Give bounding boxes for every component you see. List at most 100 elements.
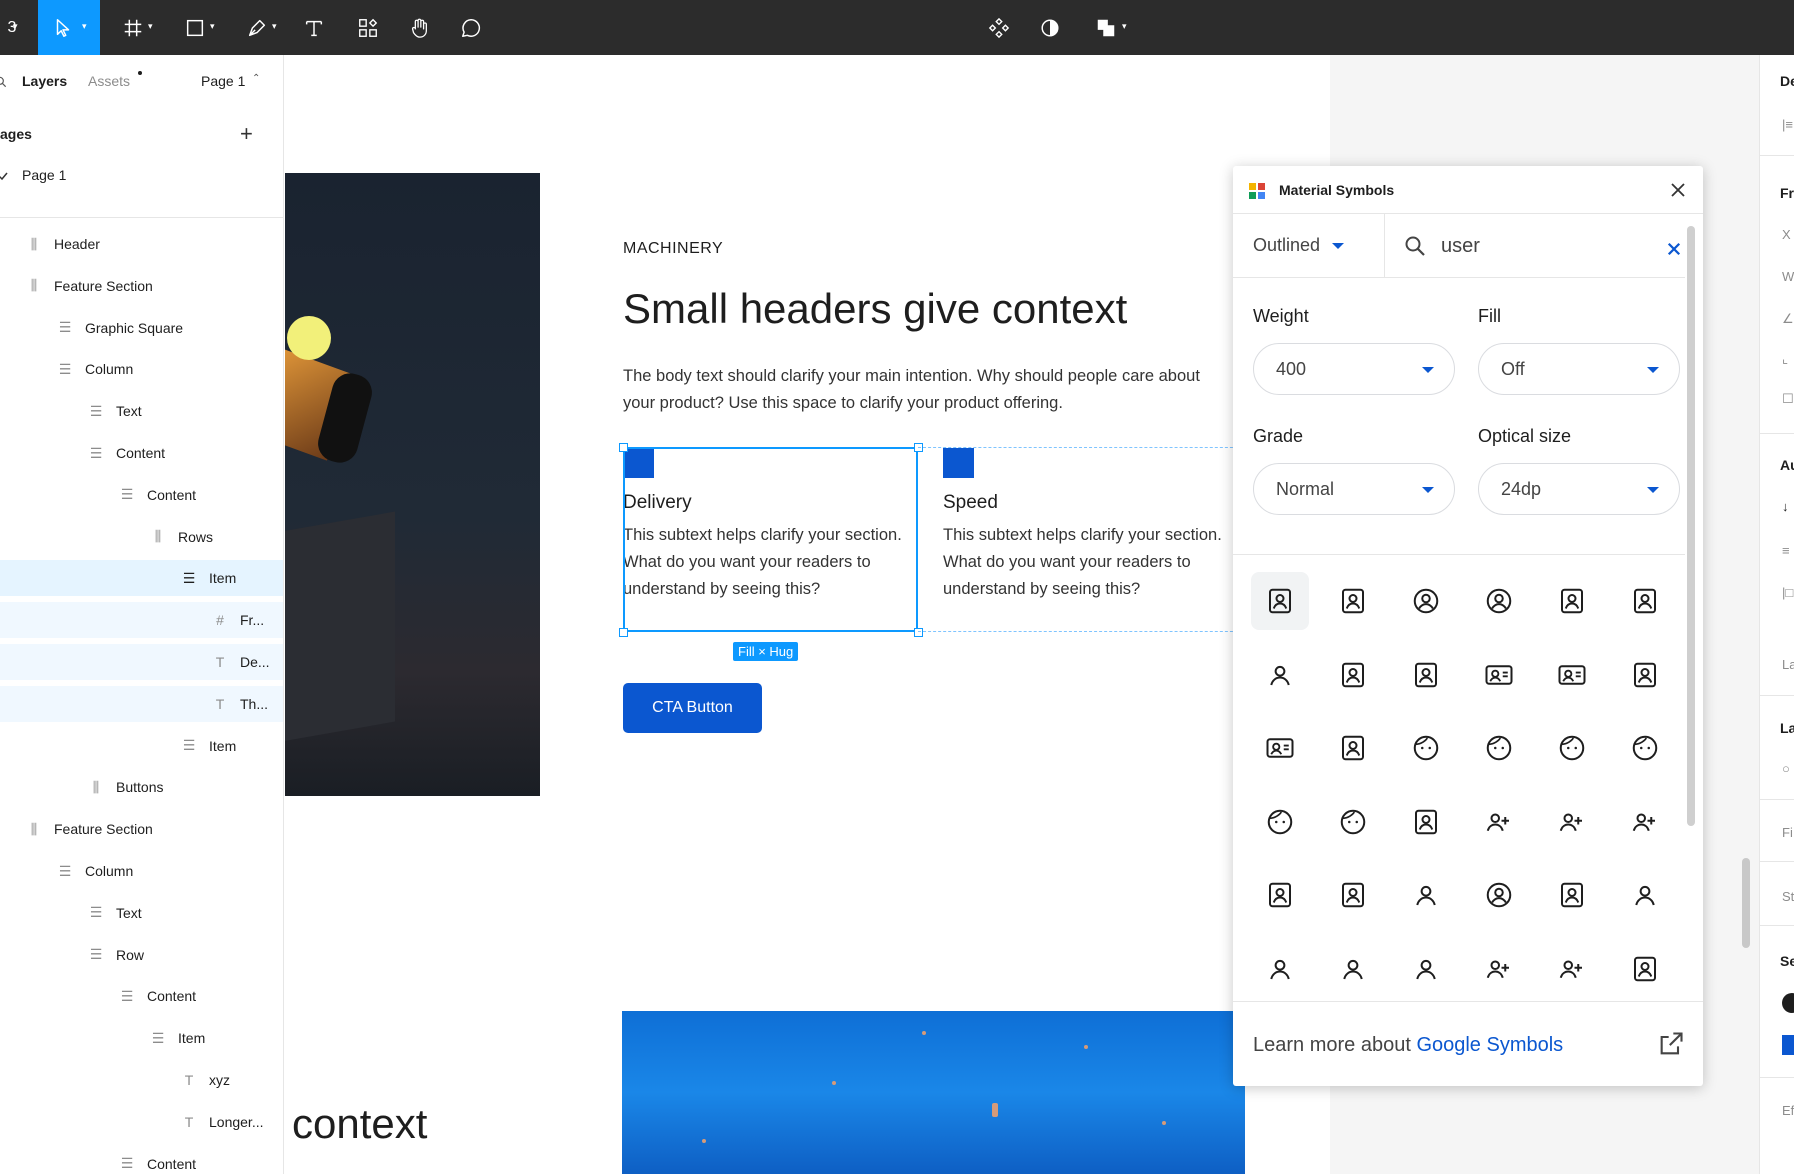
padding-icon[interactable]: |□	[1782, 585, 1793, 600]
frame-tool-button[interactable]: ▾	[116, 0, 160, 55]
contacts-result[interactable]	[1251, 719, 1309, 777]
layer-row[interactable]: ☰ Column	[0, 351, 283, 387]
google-symbols-link[interactable]: Google Symbols	[1416, 1034, 1563, 1056]
layer-row[interactable]: ☰ Content	[0, 477, 283, 513]
manage-accounts-result[interactable]	[1397, 866, 1455, 924]
person-outline-result[interactable]	[1251, 940, 1309, 998]
home-person-result[interactable]	[1251, 866, 1309, 924]
weight-select[interactable]: 400	[1253, 343, 1455, 395]
pen-tool-button[interactable]: ▾	[240, 0, 284, 55]
blue-image[interactable]	[622, 1011, 1245, 1174]
layer-row[interactable]: ☰ Column	[0, 853, 283, 889]
contact-calendar-result[interactable]	[1397, 646, 1455, 704]
shape-tool-button[interactable]: ▾	[178, 0, 222, 55]
person-off-result[interactable]	[1470, 866, 1528, 924]
grade-select[interactable]: Normal	[1253, 463, 1455, 515]
perm-contact-calendar-result[interactable]	[1543, 866, 1601, 924]
layer-row[interactable]: ⫼ Rows	[0, 519, 283, 555]
group-remove-result[interactable]	[1616, 793, 1674, 851]
search-icon[interactable]	[0, 75, 8, 89]
layer-row[interactable]: ☰ Item	[0, 560, 283, 597]
layer-row[interactable]: ⫼ Feature Section	[0, 268, 283, 304]
section-heading-text[interactable]: context	[292, 1100, 427, 1148]
face-5-result[interactable]	[1251, 793, 1309, 851]
direction-down-icon[interactable]: ↓	[1782, 499, 1789, 514]
design-tab[interactable]: De	[1780, 73, 1794, 89]
plugin-scrollbar[interactable]	[1687, 226, 1695, 826]
layer-row[interactable]: ☰ Graphic Square	[0, 310, 283, 346]
layer-row[interactable]: T Th...	[0, 685, 283, 722]
layer-row[interactable]: ⫼ Header	[0, 226, 283, 262]
tab-assets[interactable]: Assets	[88, 73, 130, 89]
layer-row[interactable]: # Fr...	[0, 602, 283, 639]
size-badge[interactable]: Fill × Hug	[733, 642, 799, 661]
contact-page-result[interactable]	[1616, 646, 1674, 704]
headline-text[interactable]: Small headers give context	[623, 285, 1127, 333]
resources-tool-button[interactable]	[354, 0, 382, 55]
no-accounts-result[interactable]	[1470, 572, 1528, 630]
face-6-result[interactable]	[1324, 793, 1382, 851]
person-3-result[interactable]	[1397, 940, 1455, 998]
open-external-icon[interactable]	[1657, 1030, 1685, 1058]
face-result[interactable]	[1397, 719, 1455, 777]
layer-row[interactable]: ☰ Item	[0, 1020, 283, 1056]
canvas-scrollbar[interactable]	[1742, 858, 1750, 948]
components-button[interactable]	[985, 0, 1013, 55]
layer-row[interactable]: ☰ Content	[0, 435, 283, 471]
optical-size-select[interactable]: 24dp	[1478, 463, 1680, 515]
x-field-label[interactable]: X	[1782, 227, 1791, 242]
align-icon[interactable]: |≡	[1782, 117, 1793, 132]
comment-tool-button[interactable]	[457, 0, 485, 55]
layer-row[interactable]: ⫼ Feature Section	[0, 811, 283, 847]
clear-search-icon[interactable]	[1665, 240, 1683, 258]
layer-row[interactable]: ☰ Text	[0, 895, 283, 931]
theme-toggle-button[interactable]	[1036, 0, 1064, 55]
width-field-label[interactable]: W	[1782, 269, 1794, 284]
layer-row[interactable]: T De...	[0, 644, 283, 680]
person-2-result[interactable]	[1324, 940, 1382, 998]
body-text[interactable]: The body text should clarify your main i…	[623, 363, 1223, 417]
person-pin-result[interactable]	[1616, 940, 1674, 998]
shield-person-result[interactable]	[1543, 572, 1601, 630]
add-page-plus-icon[interactable]: +	[240, 121, 253, 147]
layer-row[interactable]: ⫼ Buttons	[0, 769, 283, 805]
contact-emergency-result[interactable]	[1470, 646, 1528, 704]
design-frame[interactable]: MACHINERY Small headers give context The…	[285, 55, 1330, 1174]
color-swatch-blue[interactable]	[1782, 1035, 1794, 1055]
face-4-result[interactable]	[1616, 719, 1674, 777]
folder-shared-result[interactable]	[1397, 793, 1455, 851]
account-circle-result[interactable]	[1397, 572, 1455, 630]
chevron-up-icon[interactable]: ⌃	[252, 73, 260, 84]
canvas[interactable]: MACHINERY Small headers give context The…	[285, 55, 1759, 1174]
spacing-icon[interactable]: ≡	[1782, 543, 1790, 558]
main-menu-button[interactable]: 3 ▾	[0, 0, 24, 55]
face-2-result[interactable]	[1470, 719, 1528, 777]
page-item-page-1[interactable]: Page 1	[22, 167, 66, 183]
page-selector[interactable]: Page 1	[201, 73, 245, 89]
group-add-result[interactable]	[1543, 793, 1601, 851]
hero-image[interactable]	[285, 173, 540, 796]
hand-tool-button[interactable]	[405, 0, 433, 55]
person-result[interactable]	[1616, 866, 1674, 924]
person-add-disabled-result[interactable]	[1543, 940, 1601, 998]
home-account-result[interactable]	[1324, 866, 1382, 924]
eyebrow-text[interactable]: MACHINERY	[623, 240, 723, 258]
search-input[interactable]	[1441, 232, 1641, 260]
color-swatch-black[interactable]	[1782, 993, 1794, 1013]
account-box-edit-result[interactable]	[1251, 572, 1309, 630]
corner-radius-icon[interactable]: ⌞	[1782, 351, 1788, 367]
group-result[interactable]	[1470, 793, 1528, 851]
layer-row[interactable]: Txyz	[0, 1062, 283, 1098]
rotation-icon[interactable]: ∠	[1782, 311, 1794, 327]
contact-mail-result[interactable]	[1543, 646, 1601, 704]
close-icon[interactable]	[1666, 178, 1690, 202]
text-tool-button[interactable]	[300, 0, 328, 55]
tab-layers[interactable]: Layers	[22, 73, 67, 89]
assignment-ind-result[interactable]	[1324, 719, 1382, 777]
person-add-result[interactable]	[1470, 940, 1528, 998]
badge-result[interactable]	[1616, 572, 1674, 630]
layer-row[interactable]: T Longer...	[0, 1104, 283, 1140]
layer-row[interactable]: ☰ Content	[0, 978, 283, 1014]
layer-row[interactable]: ☰ Row	[0, 937, 283, 973]
cta-button[interactable]: CTA Button	[623, 683, 762, 733]
